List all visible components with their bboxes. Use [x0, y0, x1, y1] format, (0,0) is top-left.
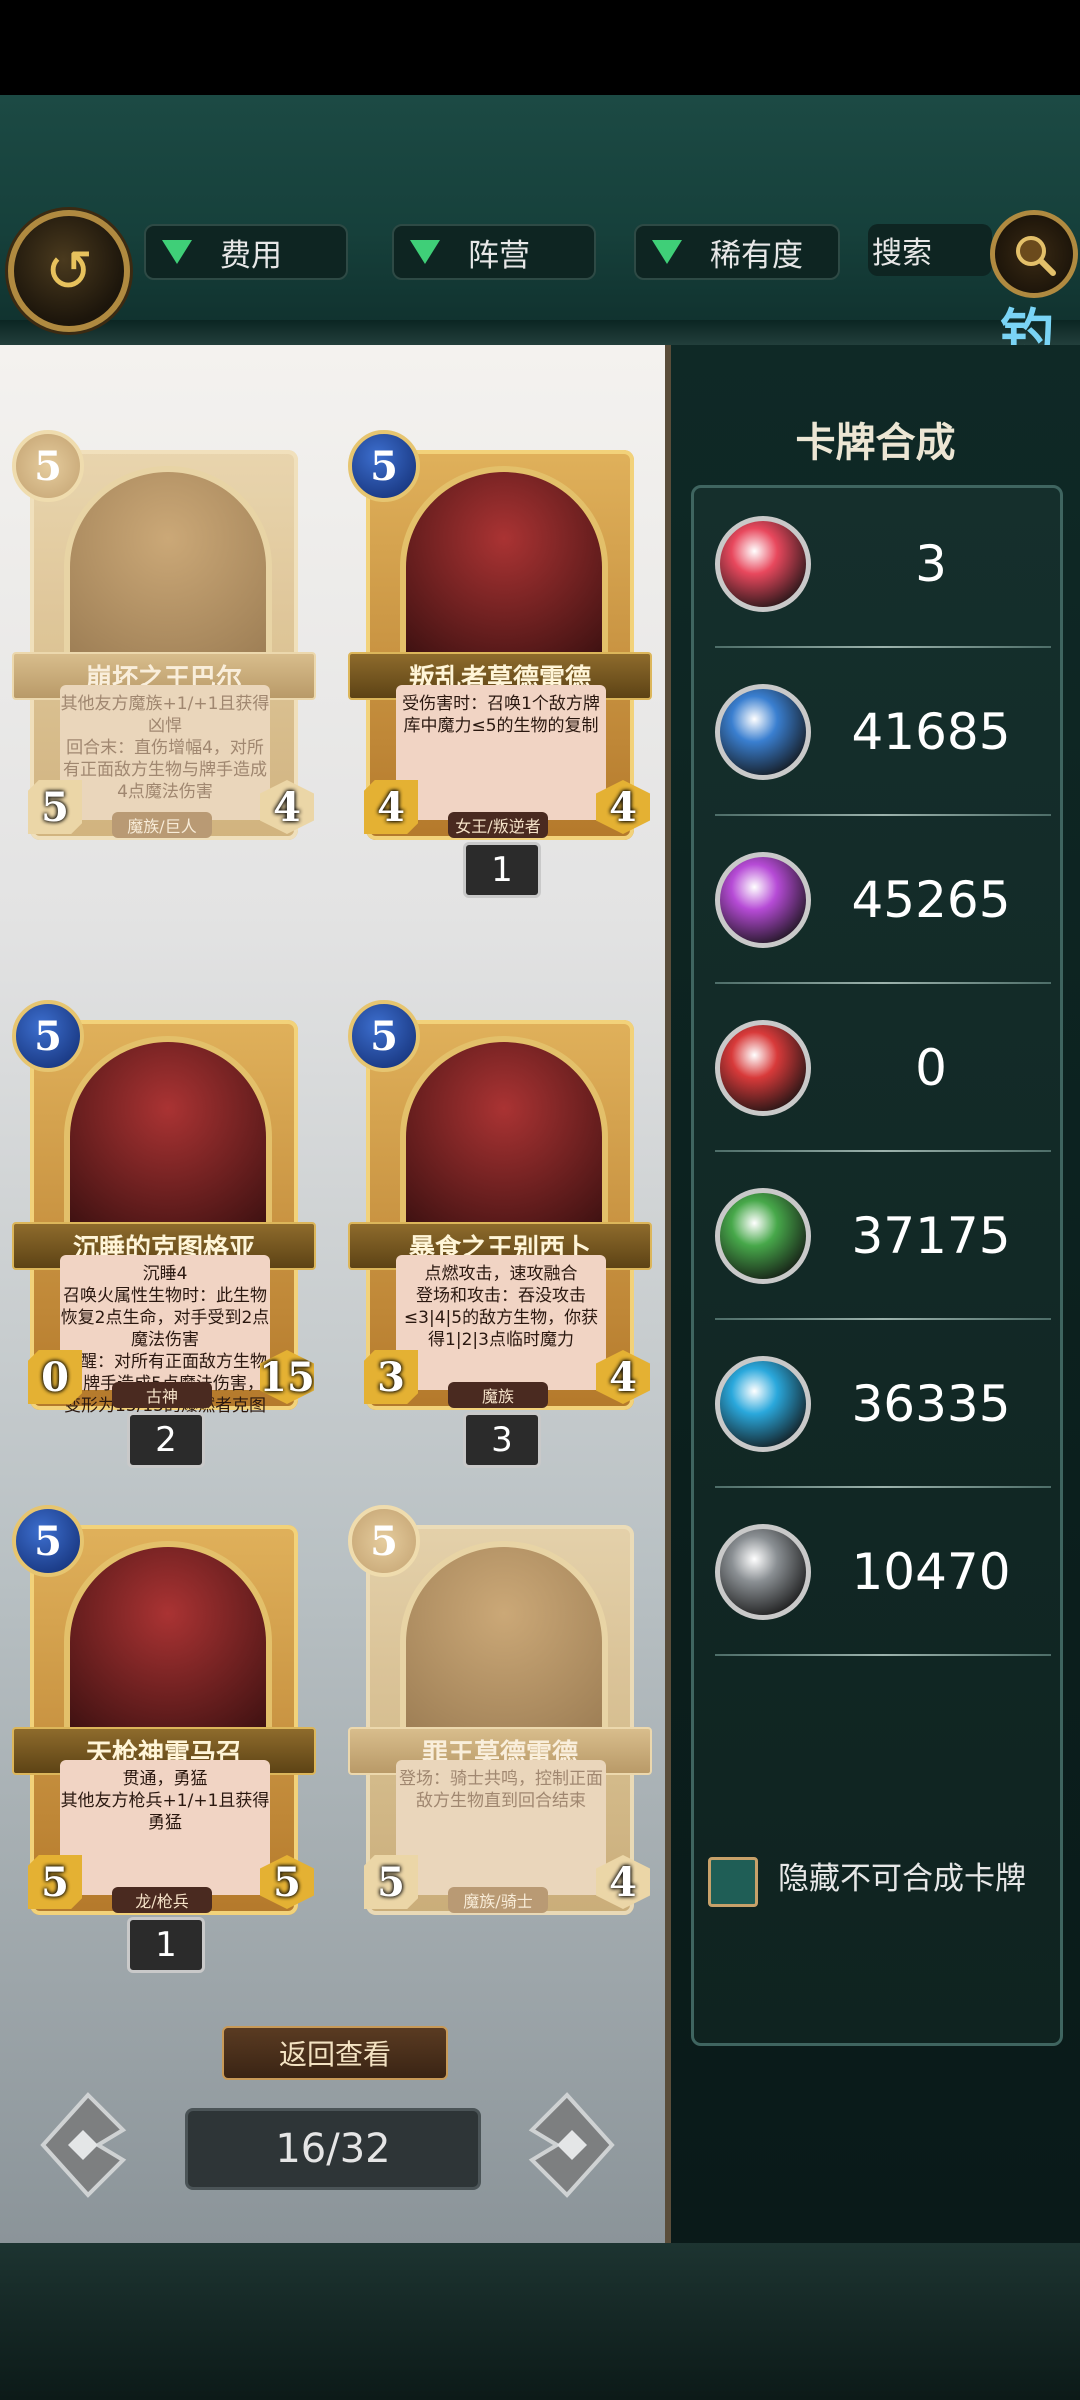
filter-cost[interactable]: 费用	[144, 224, 348, 280]
red-gem-icon	[715, 516, 811, 612]
next-page-button[interactable]	[527, 2090, 617, 2200]
filter-faction-label: 阵营	[468, 237, 530, 274]
card-tribe: 魔族	[448, 1382, 548, 1408]
filter-cost-label: 费用	[220, 237, 282, 274]
page-indicator: 16/32	[185, 2108, 481, 2190]
card[interactable]: 天枪神雷马召 贯通，勇猛 其他友方枪兵+1/+1且获得勇猛 5 5 5 龙/枪兵 1	[12, 1505, 316, 1973]
card[interactable]: 沉睡的克图格亚 沉睡4 召唤火属性生物时：此生物恢复2点生命，对手受到2点魔法伤害苏…	[12, 1000, 316, 1468]
resource-value: 0	[915, 1039, 947, 1097]
card-art	[400, 1036, 608, 1238]
header	[0, 95, 1080, 345]
cyan-crest-icon	[715, 1356, 811, 1452]
divider	[715, 1654, 1051, 1656]
hide-uncraftable-label[interactable]: 隐藏不可合成卡牌	[778, 1857, 1026, 1901]
card-attack: 5	[28, 780, 82, 834]
resource-value: 36335	[851, 1375, 1011, 1433]
craft-panel-title: 卡牌合成	[795, 419, 956, 466]
card-cost: 5	[348, 1000, 420, 1072]
card-attack: 5	[28, 1855, 82, 1909]
card[interactable]: 叛乱者莫德雷德 受伤害时：召唤1个敌方牌库中魔力≤5的生物的复制 5 4 4 女王/叛逆者…	[348, 430, 652, 898]
search-button[interactable]	[990, 210, 1078, 298]
card-text: 登场：骑士共鸣，控制正面敌方生物直到回合结束	[396, 1760, 606, 1895]
card-count: 3	[463, 1412, 541, 1468]
return-view-button[interactable]: 返回查看	[222, 2026, 448, 2080]
bottom-bar	[0, 2243, 1080, 2400]
card-attack: 4	[364, 780, 418, 834]
filter-rarity[interactable]: 稀有度	[634, 224, 840, 280]
card-art	[64, 1541, 272, 1743]
card-tribe: 女王/叛逆者	[448, 812, 548, 838]
card-cost: 5	[348, 1505, 420, 1577]
green-crest-icon	[715, 1188, 811, 1284]
card-tribe: 魔族/骑士	[448, 1887, 548, 1913]
card-tribe: 古神	[112, 1382, 212, 1408]
card-art	[400, 1541, 608, 1743]
card-cost: 5	[12, 430, 84, 502]
status-bar	[0, 0, 1080, 95]
resource-value: 37175	[851, 1207, 1011, 1265]
search-label[interactable]: 搜索	[868, 224, 992, 276]
card-art	[64, 466, 272, 668]
filter-faction[interactable]: 阵营	[392, 224, 596, 280]
gray-crest-icon	[715, 1524, 811, 1620]
prev-page-button[interactable]	[38, 2090, 128, 2200]
dropdown-triangle-icon	[162, 240, 192, 264]
card-tribe: 魔族/巨人	[112, 812, 212, 838]
card-text: 受伤害时：召唤1个敌方牌库中魔力≤5的生物的复制	[396, 685, 606, 820]
card[interactable]: 罪王莫德雷德 登场：骑士共鸣，控制正面敌方生物直到回合结束 5 5 4 魔族/骑士	[348, 1505, 652, 1915]
resource-row: 3	[691, 480, 1057, 648]
card-count: 1	[127, 1917, 205, 1973]
purple-crest-icon	[715, 852, 811, 948]
card[interactable]: 崩坏之王巴尔 其他友方魔族+1/+1且获得凶悍 回合末：直伤增幅4，对所有正面敌方生…	[12, 430, 316, 840]
card-text: 沉睡4 召唤火属性生物时：此生物恢复2点生命，对手受到2点魔法伤害 苏醒：对所有正面…	[60, 1255, 270, 1438]
back-button[interactable]: ↺	[8, 210, 130, 332]
back-arrow-icon: ↺	[44, 237, 94, 305]
dropdown-triangle-icon	[410, 240, 440, 264]
resource-row: 37175	[691, 1152, 1057, 1320]
card-cost: 5	[348, 430, 420, 502]
red-crest-icon	[715, 1020, 811, 1116]
card-text: 其他友方魔族+1/+1且获得凶悍 回合末：直伤增幅4，对所有正面敌方生物与牌手造成…	[60, 685, 270, 820]
magnifier-icon	[1016, 236, 1056, 276]
card-cost: 5	[12, 1000, 84, 1072]
filter-rarity-label: 稀有度	[710, 237, 803, 274]
resource-row: 10470	[691, 1488, 1057, 1656]
dropdown-triangle-icon	[652, 240, 682, 264]
card[interactable]: 暴食之王别西卜 点燃攻击，速攻融合 登场和攻击：吞没攻击≤3|4|5的敌方生物，你获…	[348, 1000, 652, 1468]
blue-crest-icon	[715, 684, 811, 780]
card-text: 贯通，勇猛 其他友方枪兵+1/+1且获得勇猛	[60, 1760, 270, 1895]
card-attack: 0	[28, 1350, 82, 1404]
card-count: 1	[463, 842, 541, 898]
resource-value: 41685	[851, 703, 1011, 761]
card-art	[64, 1036, 272, 1238]
card-art	[400, 466, 608, 668]
resource-row: 0	[691, 984, 1057, 1152]
card-count: 2	[127, 1412, 205, 1468]
card-attack: 5	[364, 1855, 418, 1909]
resource-row: 41685	[691, 648, 1057, 816]
resource-value: 3	[915, 535, 947, 593]
hide-uncraftable-checkbox[interactable]	[708, 1857, 758, 1907]
resource-value: 45265	[851, 871, 1011, 929]
card-attack: 3	[364, 1350, 418, 1404]
card-cost: 5	[12, 1505, 84, 1577]
resource-value: 10470	[851, 1543, 1011, 1601]
resource-row: 45265	[691, 816, 1057, 984]
card-text: 点燃攻击，速攻融合 登场和攻击：吞没攻击≤3|4|5的敌方生物，你获得1|2|3点…	[396, 1255, 606, 1390]
card-tribe: 龙/枪兵	[112, 1887, 212, 1913]
resource-row: 36335	[691, 1320, 1057, 1488]
